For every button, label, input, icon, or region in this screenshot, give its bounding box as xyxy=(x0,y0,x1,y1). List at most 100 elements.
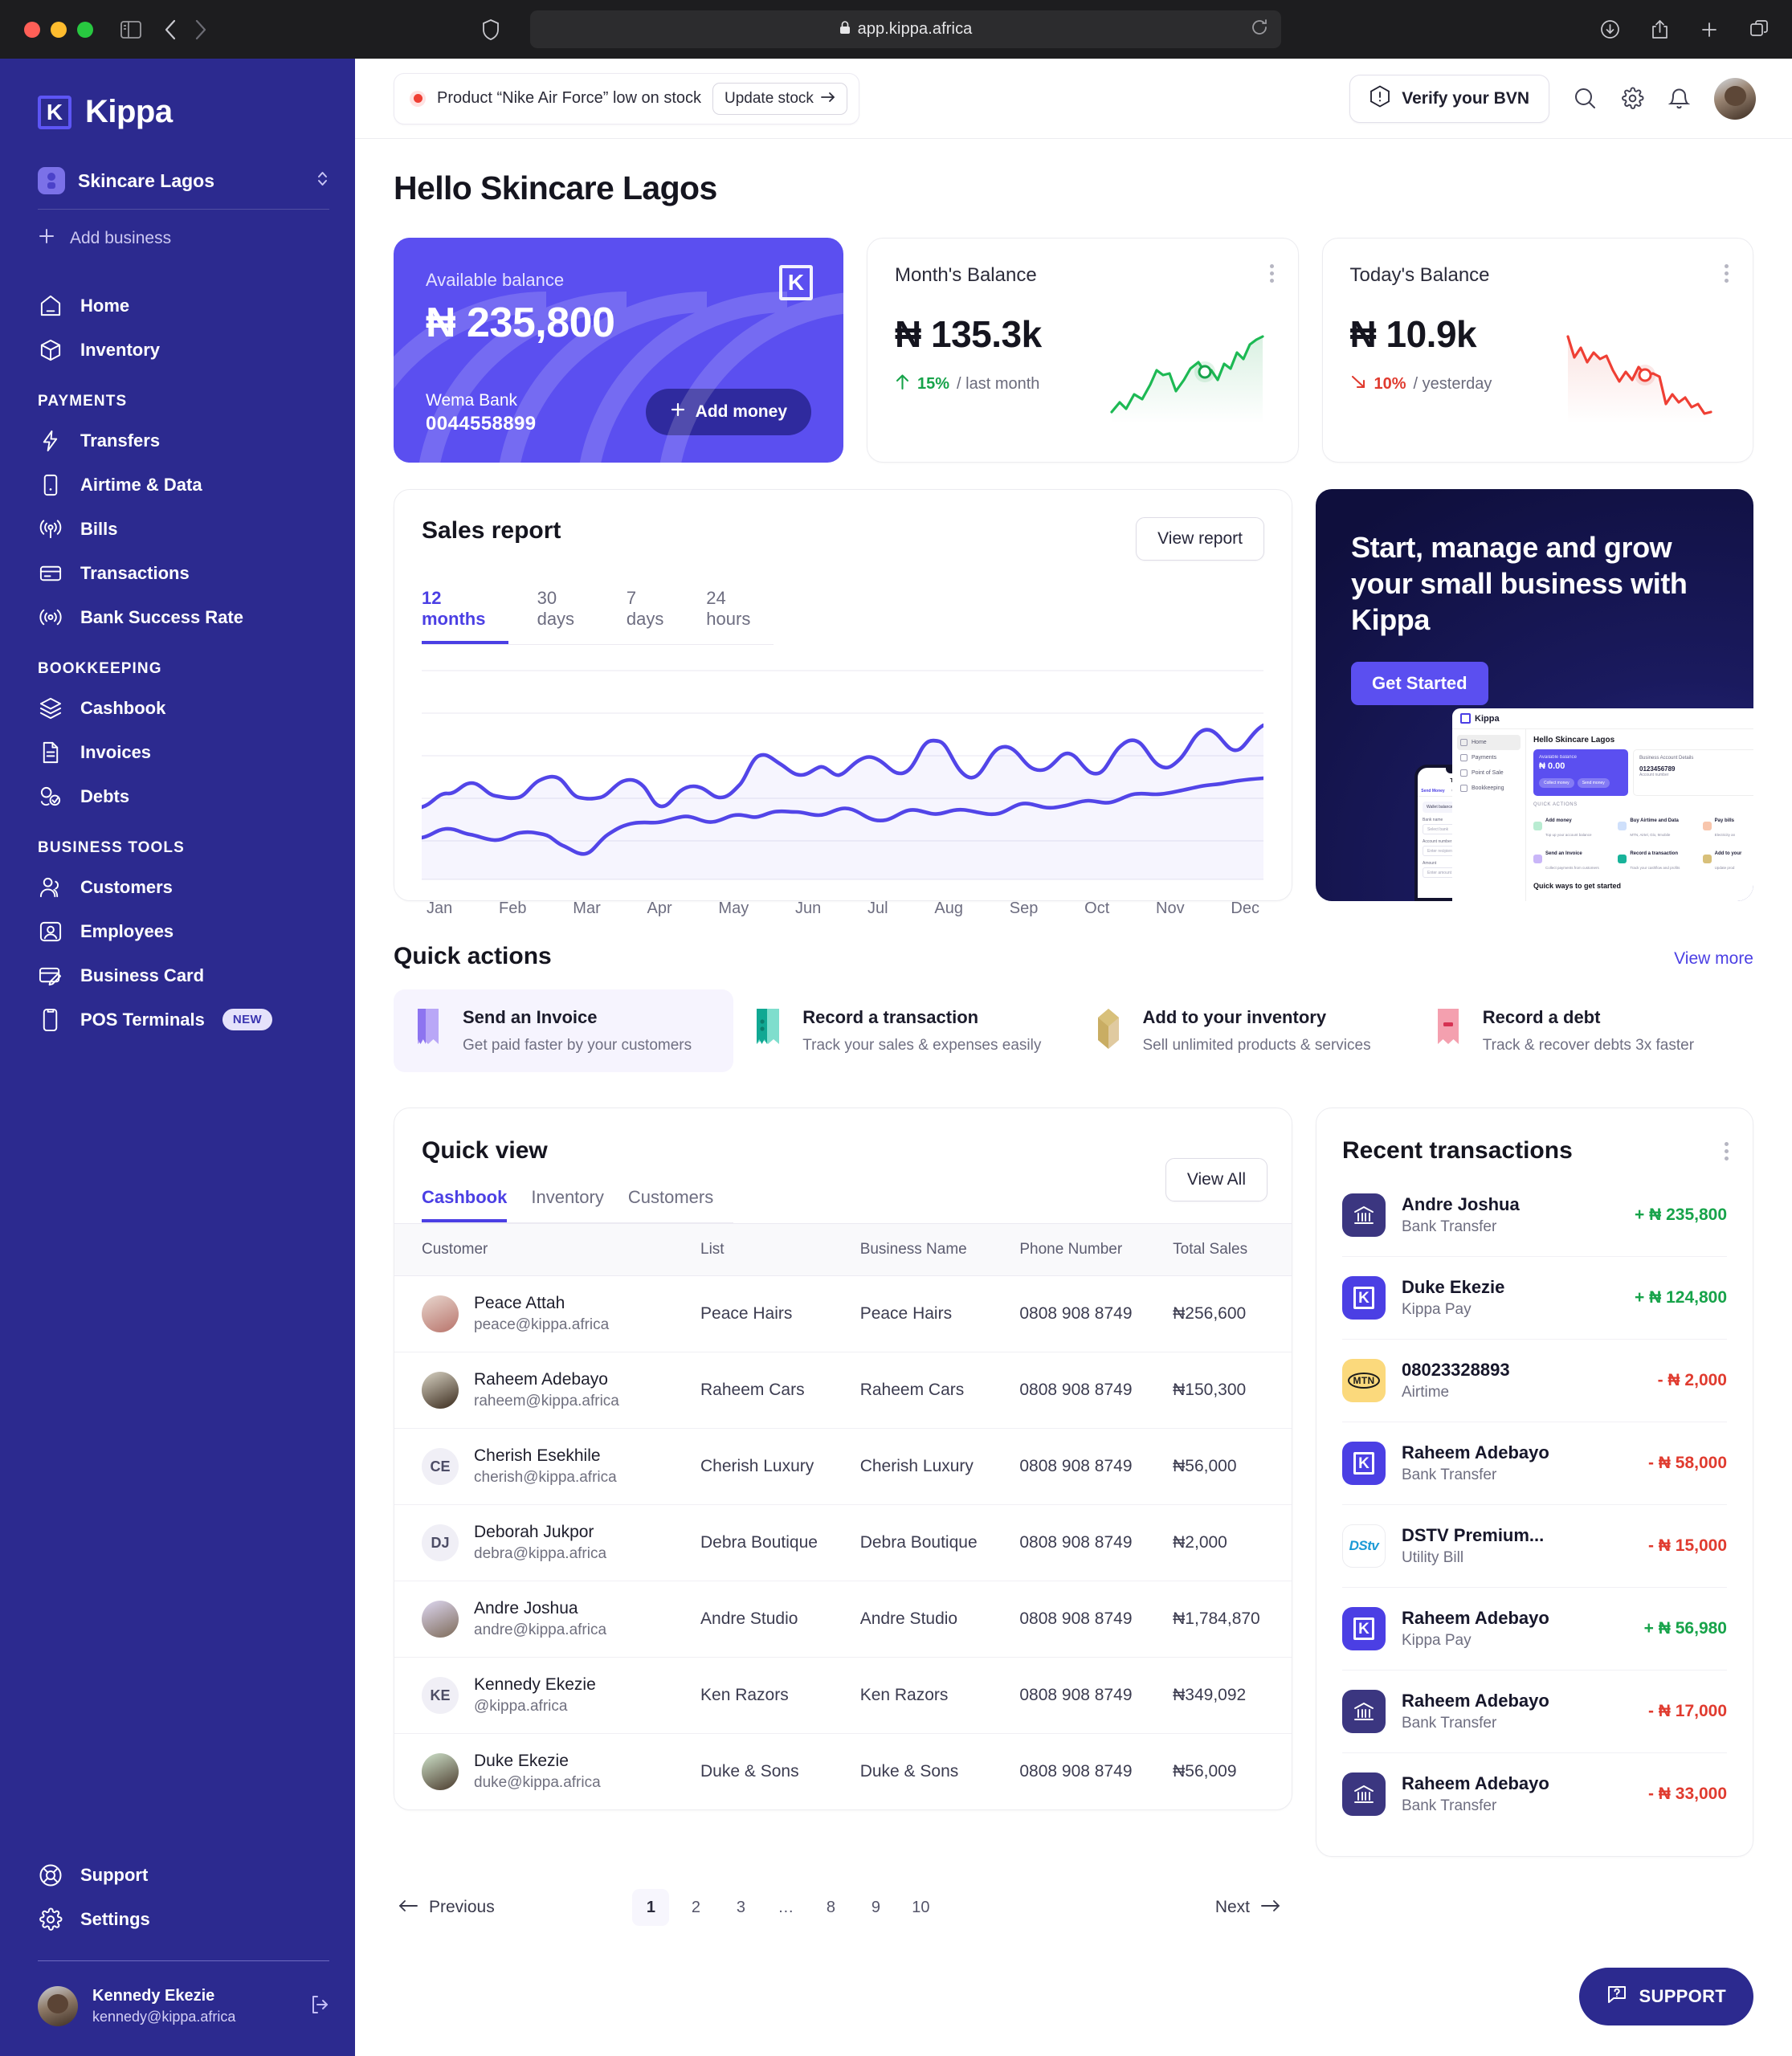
sales-tab-30-days[interactable]: 30 days xyxy=(537,588,598,644)
quick-action-record-a-transaction[interactable]: Record a transaction Track your sales & e… xyxy=(733,989,1073,1072)
transaction-row[interactable]: Raheem Adebayo Bank Transfer - ₦ 33,000 xyxy=(1342,1753,1727,1835)
sidebar-item-airtime-data[interactable]: Airtime & Data xyxy=(0,463,355,507)
page-number-2[interactable]: 2 xyxy=(677,1889,714,1926)
download-icon[interactable] xyxy=(1600,19,1620,40)
page-number-1[interactable]: 1 xyxy=(632,1889,670,1926)
sidebar-item-transactions[interactable]: Transactions xyxy=(0,551,355,595)
table-row[interactable]: KE Kennedy Ekezie @kippa.africa Ken Razors K… xyxy=(394,1657,1292,1734)
search-icon[interactable] xyxy=(1574,87,1597,110)
sidebar-item-pos-terminals[interactable]: POS Terminals NEW xyxy=(0,997,355,1042)
shield-icon[interactable] xyxy=(482,18,500,40)
card-menu-icon[interactable] xyxy=(1269,264,1274,283)
quick-action-add-to-your-inventory[interactable]: Add to your inventory Sell unlimited prod… xyxy=(1074,989,1414,1072)
get-started-button[interactable]: Get Started xyxy=(1351,662,1488,705)
avatar-initials: CE xyxy=(422,1448,459,1485)
page-number-9[interactable]: 9 xyxy=(857,1889,894,1926)
sidebar-item-bank-success-rate[interactable]: Bank Success Rate xyxy=(0,595,355,639)
view-all-button[interactable]: View All xyxy=(1165,1158,1267,1201)
sales-tab-24-hours[interactable]: 24 hours xyxy=(706,588,774,644)
decorative-arcs xyxy=(394,292,843,463)
page-number-8[interactable]: 8 xyxy=(812,1889,849,1926)
share-icon[interactable] xyxy=(1651,19,1669,40)
transaction-row[interactable]: Raheem Adebayo Bank Transfer - ₦ 17,000 xyxy=(1342,1670,1727,1753)
quick-action-send-an-invoice[interactable]: Send an Invoice Get paid faster by your c… xyxy=(394,989,734,1072)
page-number-10[interactable]: 10 xyxy=(902,1889,939,1926)
bolt-icon xyxy=(38,428,63,453)
stock-alert-banner[interactable]: Product “Nike Air Force” low on stock Up… xyxy=(394,72,859,124)
sidebar-toggle-icon[interactable] xyxy=(120,20,141,39)
sidebar-item-customers[interactable]: Customers xyxy=(0,865,355,909)
table-row[interactable]: Andre Joshua andre@kippa.africa Andre Stud… xyxy=(394,1581,1292,1658)
transaction-row[interactable]: K Raheem Adebayo Bank Transfer - ₦ 58,000 xyxy=(1342,1422,1727,1505)
support-fab-button[interactable]: SUPPORT xyxy=(1578,1968,1753,2025)
view-report-button[interactable]: View report xyxy=(1136,517,1264,561)
transaction-name: 08023328893 xyxy=(1402,1360,1510,1380)
page-number-3[interactable]: 3 xyxy=(722,1889,759,1926)
window-traffic-lights[interactable] xyxy=(24,21,93,38)
column-header-customer: Customer xyxy=(394,1223,701,1276)
quick-action-record-a-debt[interactable]: Record a debt Track & recover debts 3x fa… xyxy=(1414,989,1753,1072)
recent-transactions-title: Recent transactions xyxy=(1342,1137,1573,1164)
gear-icon[interactable] xyxy=(1621,87,1644,110)
sidebar-item-support[interactable]: Support xyxy=(0,1853,355,1897)
x-tick-label: Apr xyxy=(647,900,672,917)
total-sales-cell: ₦2,000 xyxy=(1173,1504,1292,1581)
previous-page-button[interactable]: Previous xyxy=(398,1898,495,1917)
transaction-row[interactable]: K Duke Ekezie Kippa Pay + ₦ 124,800 xyxy=(1342,1257,1727,1340)
brand-logo[interactable]: K Kippa xyxy=(0,59,355,130)
business-switcher[interactable]: Skincare Lagos xyxy=(38,167,329,210)
card-menu-icon[interactable] xyxy=(1725,264,1729,283)
tabs-icon[interactable] xyxy=(1749,19,1770,40)
page-number-…[interactable]: … xyxy=(767,1889,804,1926)
sidebar-item-cashbook[interactable]: Cashbook xyxy=(0,686,355,730)
browser-back-icon[interactable] xyxy=(164,19,177,40)
reload-icon[interactable] xyxy=(1251,18,1268,40)
table-row[interactable]: Raheem Adebayo raheem@kippa.africa Raheem … xyxy=(394,1352,1292,1429)
verify-bvn-button[interactable]: Verify your BVN xyxy=(1349,74,1549,123)
sidebar-item-home[interactable]: Home xyxy=(0,284,355,328)
sidebar-item-invoices[interactable]: Invoices xyxy=(0,730,355,774)
bell-icon[interactable] xyxy=(1668,87,1690,110)
sidebar-item-transfers[interactable]: Transfers xyxy=(0,418,355,463)
promo-banner[interactable]: Start, manage and grow your small busine… xyxy=(1316,489,1753,901)
logout-icon[interactable] xyxy=(308,1993,331,2020)
table-row[interactable]: CE Cherish Esekhile cherish@kippa.africa Ch… xyxy=(394,1428,1292,1505)
table-row[interactable]: DJ Deborah Jukpor debra@kippa.africa Debra … xyxy=(394,1504,1292,1581)
phone-tab: Send Money xyxy=(1421,789,1445,793)
avatar[interactable] xyxy=(1714,77,1756,120)
support-fab-label: SUPPORT xyxy=(1639,1986,1726,2006)
minimize-window-button[interactable] xyxy=(51,21,67,38)
next-page-button[interactable]: Next xyxy=(1215,1898,1280,1917)
table-row[interactable]: Duke Ekezie duke@kippa.africa Duke & Sons D… xyxy=(394,1734,1292,1810)
card-menu-icon[interactable] xyxy=(1725,1142,1729,1161)
add-business-button[interactable]: Add business xyxy=(38,227,355,250)
sidebar-item-inventory[interactable]: Inventory xyxy=(0,328,355,372)
sidebar-item-settings[interactable]: Settings xyxy=(0,1897,355,1941)
mock-quick-actions-label: QUICK ACTIONS xyxy=(1533,802,1578,807)
transaction-row[interactable]: Andre Joshua Bank Transfer + ₦ 235,800 xyxy=(1342,1174,1727,1257)
transaction-row[interactable]: MTN 08023328893 Airtime - ₦ 2,000 xyxy=(1342,1340,1727,1422)
table-row[interactable]: Peace Attah peace@kippa.africa Peace Hairs… xyxy=(394,1275,1292,1352)
view-more-link[interactable]: View more xyxy=(1674,949,1753,969)
transaction-row[interactable]: DStv DSTV Premium... Utility Bill - ₦ 15,00… xyxy=(1342,1505,1727,1588)
quick-action-subtitle: Track your sales & expenses easily xyxy=(802,1037,1042,1054)
update-stock-button[interactable]: Update stock xyxy=(712,82,847,115)
sidebar-user-profile[interactable]: Kennedy Ekezie kennedy@kippa.africa xyxy=(0,1961,355,2027)
sidebar-item-bills[interactable]: Bills xyxy=(0,507,355,551)
sales-tab-12-months[interactable]: 12 months xyxy=(422,588,508,644)
quick-view-tab-cashbook[interactable]: Cashbook xyxy=(422,1187,508,1222)
sidebar-item-employees[interactable]: Employees xyxy=(0,909,355,953)
kippa-icon: K xyxy=(1342,1276,1386,1320)
sidebar-item-business-card[interactable]: Business Card xyxy=(0,953,355,997)
close-window-button[interactable] xyxy=(24,21,40,38)
sidebar-item-debts[interactable]: Debts xyxy=(0,774,355,818)
transaction-row[interactable]: K Raheem Adebayo Kippa Pay + ₦ 56,980 xyxy=(1342,1588,1727,1670)
maximize-window-button[interactable] xyxy=(77,21,93,38)
new-tab-icon[interactable] xyxy=(1700,19,1719,40)
quick-view-tab-inventory[interactable]: Inventory xyxy=(531,1187,604,1222)
kippa-logo-icon: K xyxy=(38,95,71,129)
sales-tab-7-days[interactable]: 7 days xyxy=(627,588,677,644)
address-bar[interactable]: app.kippa.africa xyxy=(530,10,1281,48)
quick-view-tab-customers[interactable]: Customers xyxy=(628,1187,713,1222)
transaction-name: Andre Joshua xyxy=(1402,1194,1520,1214)
